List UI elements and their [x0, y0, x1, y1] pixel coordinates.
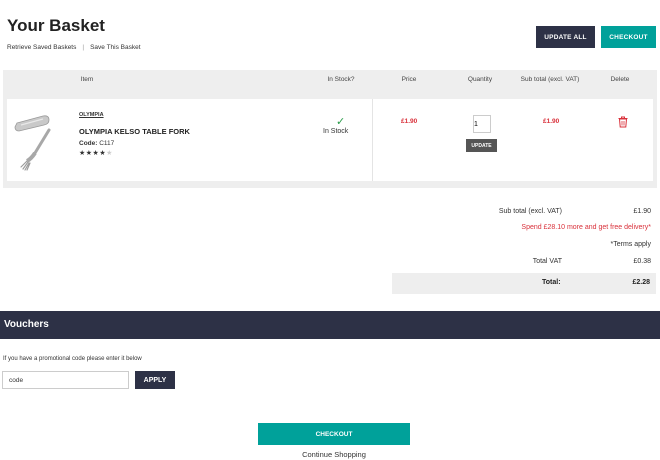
column-header-quantity: Quantity: [467, 76, 493, 83]
product-rating: ★★★★★: [79, 149, 113, 157]
total-row: Total: £2.28: [392, 273, 656, 294]
continue-shopping-link[interactable]: Continue Shopping: [258, 450, 410, 459]
vouchers-title: Vouchers: [4, 319, 49, 330]
trash-icon[interactable]: [618, 116, 628, 128]
basket-table: Item In Stock? Price Quantity Sub total …: [3, 70, 657, 188]
product-code: Code: C117: [79, 140, 114, 147]
product-brand[interactable]: OLYMPIA: [79, 112, 104, 118]
promo-instructions: If you have a promotional code please en…: [3, 356, 142, 362]
vat-label: Total VAT: [532, 258, 562, 265]
column-header-price: Price: [401, 76, 417, 83]
update-quantity-button[interactable]: UPDATE: [466, 139, 497, 152]
apply-button[interactable]: APPLY: [135, 371, 175, 389]
free-delivery-note: Spend £28.10 more and get free delivery*: [521, 224, 651, 231]
retrieve-saved-baskets-link[interactable]: Retrieve Saved Baskets: [7, 44, 76, 51]
subtotal-value: £1.90: [633, 208, 651, 215]
rating-stars-empty: ★: [106, 150, 113, 157]
column-header-item: Item: [80, 76, 94, 83]
table-header: Item In Stock? Price Quantity Sub total …: [3, 70, 657, 90]
table-row: OLYMPIA OLYMPIA KELSO TABLE FORK Code: C…: [7, 99, 653, 181]
stock-status: In Stock: [323, 128, 349, 135]
checkout-button-top[interactable]: CHECKOUT: [601, 26, 656, 48]
column-header-delete: Delete: [610, 76, 630, 83]
product-code-label: Code:: [79, 140, 98, 147]
update-all-button[interactable]: UPDATE ALL: [536, 26, 595, 48]
vouchers-header: Vouchers: [0, 311, 660, 339]
row-subtotal: £1.90: [543, 118, 560, 125]
rating-stars-filled: ★★★★: [79, 150, 107, 157]
link-separator: |: [82, 44, 85, 51]
product-image[interactable]: [13, 109, 73, 171]
column-header-in-stock: In Stock?: [327, 76, 355, 83]
promo-code-input[interactable]: [2, 371, 129, 389]
subtotal-label: Sub total (excl. VAT): [498, 208, 562, 215]
product-price: £1.90: [401, 118, 418, 125]
row-divider: [372, 99, 373, 181]
terms-note: *Terms apply: [610, 241, 651, 248]
check-icon: ✓: [336, 116, 346, 128]
product-name[interactable]: OLYMPIA KELSO TABLE FORK: [79, 127, 190, 136]
checkout-button-bottom[interactable]: CHECKOUT: [258, 423, 410, 445]
save-basket-link[interactable]: Save This Basket: [90, 44, 140, 51]
product-code-value: C117: [99, 140, 115, 147]
quantity-input[interactable]: [473, 115, 491, 133]
total-label: Total:: [542, 279, 561, 286]
vat-value: £0.38: [633, 258, 651, 265]
column-header-subtotal: Sub total (excl. VAT): [520, 76, 580, 83]
total-value: £2.28: [632, 279, 650, 286]
basket-links: Retrieve Saved Baskets | Save This Baske…: [7, 44, 141, 51]
page-title: Your Basket: [7, 16, 105, 35]
